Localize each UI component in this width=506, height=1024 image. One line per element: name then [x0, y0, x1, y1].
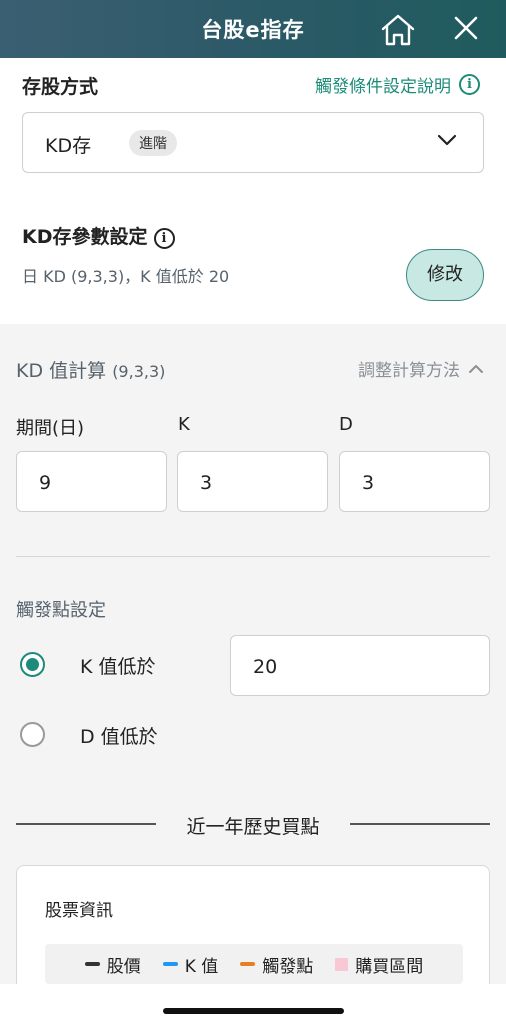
period-input[interactable]: 9 — [16, 451, 167, 512]
legend-item-buy-range: 購買區間 — [335, 952, 423, 977]
home-indicator[interactable] — [163, 1008, 344, 1014]
k-label: K — [178, 414, 190, 435]
legend-label: K 值 — [184, 956, 219, 977]
chart-legend: 股價 K 值 觸發點 購買區間 — [45, 944, 463, 984]
stock-info-title: 股票資訊 — [45, 901, 113, 921]
app-title: 台股e指存 — [201, 18, 305, 42]
app-header: 台股e指存 — [0, 0, 506, 58]
legend-item-trigger: 觸發點 — [240, 952, 313, 977]
edit-button[interactable]: 修改 — [406, 249, 484, 301]
trigger-help-link[interactable]: 觸發條件設定說明 i — [315, 72, 480, 97]
deposit-method-select[interactable]: KD存 進階 — [22, 112, 484, 173]
kd-calc-title-text: KD 值計算 — [16, 360, 107, 382]
params-title: KD存參數設定 i — [22, 222, 175, 250]
legend-label: 購買區間 — [355, 956, 424, 977]
adjust-calc-label: 調整計算方法 — [358, 361, 460, 381]
radio-d-below[interactable] — [20, 722, 45, 747]
adjust-calc-toggle[interactable]: 調整計算方法 — [358, 356, 484, 381]
bottom-bar — [0, 984, 506, 1024]
k-below-label: K 值低於 — [80, 656, 156, 678]
threshold-input[interactable]: 20 — [230, 635, 490, 696]
home-icon[interactable] — [380, 13, 416, 47]
period-label: 期間(日) — [16, 418, 85, 439]
d-input[interactable]: 3 — [339, 451, 490, 512]
legend-item-price: 股價 — [84, 952, 141, 977]
trigger-swatch — [240, 962, 256, 966]
divider — [16, 556, 490, 557]
settings-top: 存股方式 觸發條件設定說明 i KD存 進階 KD存參數設定 i 日 KD (9,… — [0, 58, 506, 324]
info-icon: i — [459, 74, 480, 95]
divider — [350, 823, 490, 825]
buy-range-swatch — [335, 957, 349, 971]
params-summary: 日 KD (9,3,3)，K 值低於 20 — [22, 267, 230, 286]
calc-panel: KD 值計算 (9,3,3) 調整計算方法 期間(日) K D 9 3 3 觸發… — [0, 324, 506, 1024]
chevron-up-icon — [469, 364, 483, 373]
price-swatch — [84, 962, 100, 966]
k-input[interactable]: 3 — [177, 451, 328, 512]
legend-item-k: K 值 — [162, 952, 219, 977]
chevron-down-icon — [437, 134, 457, 146]
kd-calc-params: (9,3,3) — [112, 362, 166, 381]
legend-label: 股價 — [106, 956, 141, 977]
close-icon[interactable] — [452, 14, 480, 42]
advanced-badge: 進階 — [129, 130, 177, 156]
legend-label: 觸發點 — [262, 956, 314, 977]
k-swatch — [162, 962, 178, 966]
trigger-title: 觸發點設定 — [16, 600, 106, 621]
d-label: D — [339, 414, 353, 435]
info-icon[interactable]: i — [153, 228, 175, 249]
kd-calc-title: KD 值計算 (9,3,3) — [16, 356, 165, 383]
params-title-text: KD存參數設定 — [22, 226, 148, 248]
trigger-help-label: 觸發條件設定說明 — [315, 77, 451, 97]
select-value: KD存 — [45, 135, 92, 157]
deposit-method-title: 存股方式 — [22, 76, 99, 98]
radio-k-below[interactable] — [20, 652, 45, 677]
history-title: 近一年歷史買點 — [186, 816, 320, 838]
d-below-label: D 值低於 — [80, 726, 158, 748]
